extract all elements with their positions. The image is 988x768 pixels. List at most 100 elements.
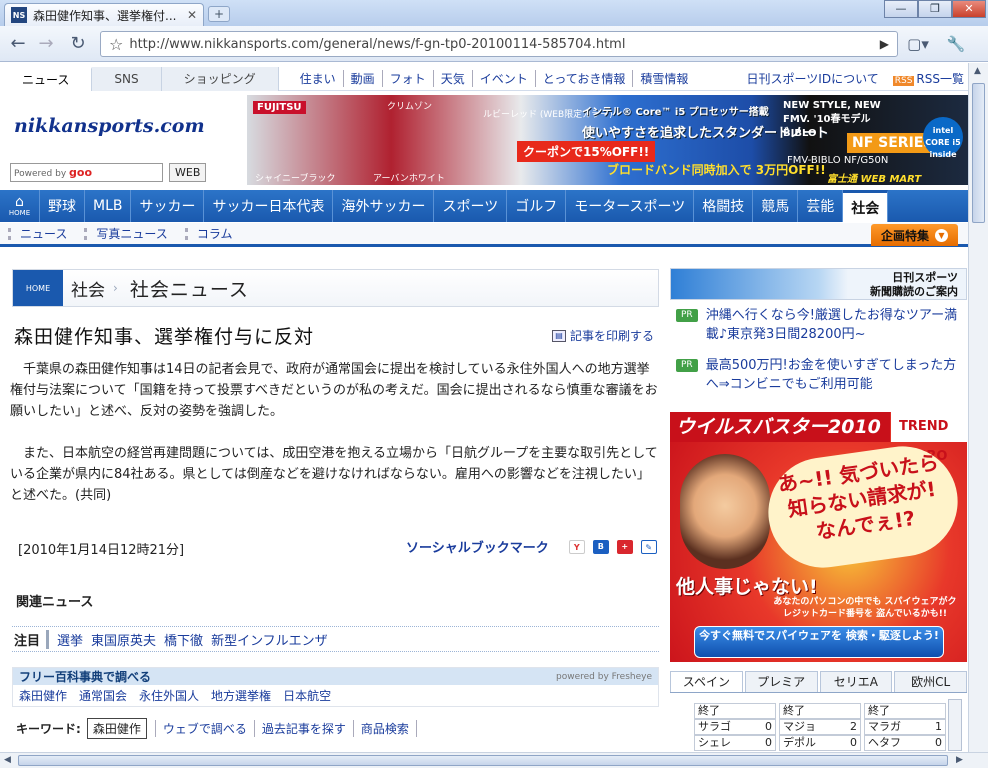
fujitsu-logo: FUJITSU	[253, 101, 306, 114]
attention-link[interactable]: 選挙	[57, 630, 83, 649]
minimize-button[interactable]: —	[884, 0, 918, 18]
encyclopedia-link[interactable]: 森田健作	[19, 687, 67, 704]
close-window-button[interactable]: ✕	[952, 0, 986, 18]
attention-link[interactable]: 橋下徹	[164, 630, 203, 649]
reload-icon[interactable]: ↻	[66, 32, 90, 56]
breadcrumb-society[interactable]: 社会	[63, 276, 113, 301]
special-feature-button[interactable]: 企画特集 ▼	[870, 224, 958, 246]
topnav-link[interactable]: とっておき情報	[536, 70, 634, 87]
browser-tab[interactable]: NS 森田健作知事、選挙権付... ✕	[4, 3, 204, 26]
main-nav-item[interactable]: 海外サッカー	[333, 190, 435, 222]
forward-arrow-icon[interactable]: →	[34, 32, 58, 56]
search-input[interactable]: Powered by goo	[10, 163, 163, 182]
livedoor-clip-icon[interactable]: +	[616, 539, 633, 554]
breadcrumb-home[interactable]: HOME	[13, 270, 63, 306]
edit-bookmark-icon[interactable]: ✎	[640, 539, 657, 554]
tab-spain[interactable]: スペイン	[670, 671, 743, 692]
score-cell[interactable]: 終了	[864, 703, 946, 719]
keyword-link[interactable]: 商品検索	[352, 720, 417, 737]
team-score: 0	[765, 720, 772, 733]
subscription-banner[interactable]: 日刊スポーツ 新聞購読のご案内	[670, 268, 967, 300]
score-cell[interactable]: マジョ 2	[779, 719, 861, 735]
subnav-news[interactable]: ニュース	[8, 227, 76, 240]
page-menu-icon[interactable]: ▢▾	[906, 32, 930, 56]
banner-webmart: 富士通 WEB MART	[827, 174, 922, 185]
score-cell[interactable]: デポル 0	[779, 735, 861, 751]
address-bar[interactable]: ☆ http://www.nikkansports.com/general/ne…	[100, 31, 898, 57]
main-nav-item[interactable]: 芸能	[798, 190, 844, 222]
keyword-link[interactable]: ウェブで調べる	[154, 720, 254, 737]
main-nav-item[interactable]: 格闘技	[694, 190, 754, 222]
main-nav-item[interactable]: 競馬	[753, 190, 799, 222]
social-bookmark-label[interactable]: ソーシャルブックマーク	[406, 537, 549, 556]
subnav-photo-news[interactable]: 写真ニュース	[84, 227, 176, 240]
new-tab-button[interactable]: +	[208, 6, 230, 22]
tab-serie-a[interactable]: セリエA	[819, 671, 893, 692]
main-nav-home[interactable]: ⌂ HOME	[0, 190, 40, 222]
keyword-link[interactable]: 過去記事を探す	[253, 720, 353, 737]
main-nav-item[interactable]: MLB	[85, 190, 132, 222]
main-nav-item[interactable]: ゴルフ	[507, 190, 567, 222]
fujitsu-banner-ad[interactable]: FUJITSU クリムゾン ルビーレッド (WEB限定カラー) シャイニーブラッ…	[247, 95, 968, 185]
tab-champions-league[interactable]: 欧州CL	[894, 671, 967, 692]
tab-premier[interactable]: プレミア	[744, 671, 818, 692]
score-cell[interactable]: 終了	[694, 703, 776, 719]
main-nav-item[interactable]: 野球	[40, 190, 85, 222]
pr-link[interactable]: 最高500万円!お金を使いすぎてしまった方へ⇒コンビニでもご利用可能	[706, 356, 964, 394]
topnav-link[interactable]: イベント	[473, 70, 536, 87]
back-arrow-icon[interactable]: ←	[6, 32, 30, 56]
attention-link[interactable]: 東国原英夫	[91, 630, 156, 649]
hatena-bookmark-icon[interactable]: B	[592, 539, 609, 554]
tab-news[interactable]: ニュース	[0, 66, 93, 91]
encyclopedia-head: フリー百科事典で調べる powered by Fresheye	[13, 668, 658, 685]
breadcrumb-society-news[interactable]: 社会ニュース	[118, 275, 261, 302]
encyclopedia-link[interactable]: 永住外国人	[139, 687, 199, 704]
horizontal-scroll-thumb[interactable]	[18, 755, 948, 766]
id-info-link[interactable]: 日刊スポーツIDについて	[747, 70, 879, 87]
main-nav-item[interactable]: サッカー	[131, 190, 205, 222]
score-cell[interactable]: シェレ 0	[694, 735, 776, 751]
horizontal-scrollbar[interactable]: ◀ ▶	[0, 752, 988, 768]
topnav-link[interactable]: 積雪情報	[633, 70, 695, 87]
go-arrow-icon[interactable]: ▶	[880, 37, 889, 51]
topnav-link[interactable]: 動画	[344, 70, 383, 87]
team-name: マラガ	[868, 720, 901, 733]
scroll-up-icon[interactable]: ▲	[974, 66, 981, 76]
print-article-link[interactable]: ▤ 記事を印刷する	[552, 327, 654, 344]
vertical-scroll-thumb[interactable]	[972, 83, 985, 223]
main-nav-item[interactable]: スポーツ	[434, 190, 508, 222]
pr-link[interactable]: 沖縄へ行くなら今!厳選したお得なツアー満載♪東京発3日間28200円~	[706, 306, 964, 344]
main-nav-item[interactable]: サッカー日本代表	[204, 190, 334, 222]
encyclopedia-link[interactable]: 地方選挙権	[211, 687, 271, 704]
virusbuster-ad[interactable]: ウイルスバスター2010 TREND MICRO あ~!! 気づいたら 知らない…	[670, 412, 967, 662]
score-cell[interactable]: サラゴ 0	[694, 719, 776, 735]
attention-link[interactable]: 新型インフルエンザ	[211, 630, 328, 649]
keyword-chip[interactable]: 森田健作	[86, 718, 147, 739]
wrench-menu-icon[interactable]: 🔧	[944, 32, 968, 56]
score-scrollbar[interactable]	[948, 699, 962, 751]
score-cell[interactable]: ヘタフ 0	[864, 735, 946, 751]
main-nav-item[interactable]: モータースポーツ	[566, 190, 695, 222]
main-nav-item-society[interactable]: 社会	[843, 190, 889, 222]
topnav-link[interactable]: フォト	[383, 70, 434, 87]
rss-link[interactable]: RSS RSS一覧	[892, 70, 964, 87]
encyclopedia-link[interactable]: 日本航空	[283, 687, 331, 704]
site-logo[interactable]: nikkansports.com	[14, 115, 205, 137]
scroll-right-icon[interactable]: ▶	[956, 755, 963, 765]
score-cell[interactable]: マラガ 1	[864, 719, 946, 735]
scroll-left-icon[interactable]: ◀	[4, 755, 11, 765]
maximize-button[interactable]: ❐	[918, 0, 952, 18]
virusbuster-cta-button[interactable]: 今すぐ無料でスパイウェアを 検索・駆逐しよう!	[694, 626, 944, 658]
tab-shopping[interactable]: ショッピング	[161, 66, 279, 91]
topnav-link[interactable]: 住まい	[293, 70, 344, 87]
subnav-column[interactable]: コラム	[184, 227, 242, 240]
bookmark-star-icon[interactable]: ☆	[109, 35, 123, 54]
web-search-button[interactable]: WEB	[169, 163, 207, 182]
close-tab-icon[interactable]: ✕	[187, 8, 197, 22]
yahoo-bookmark-icon[interactable]: Y	[568, 539, 585, 554]
encyclopedia-link[interactable]: 通常国会	[79, 687, 127, 704]
topnav-link[interactable]: 天気	[434, 70, 473, 87]
score-cell[interactable]: 終了	[779, 703, 861, 719]
vertical-scrollbar[interactable]: ▲	[968, 63, 988, 752]
tab-sns[interactable]: SNS	[92, 66, 162, 91]
